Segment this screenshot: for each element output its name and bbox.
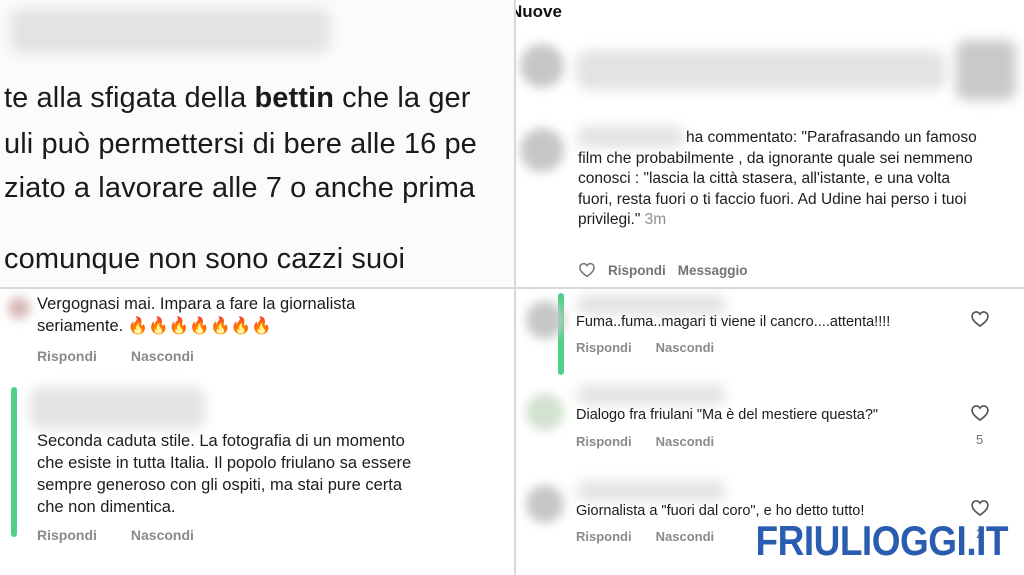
comment-actions: Rispondi Nascondi xyxy=(37,348,194,364)
reply-button[interactable]: Rispondi xyxy=(576,529,632,544)
tweet-line-3: ziato a lavorare alle 7 o anche prima xyxy=(4,172,476,204)
hide-button[interactable]: Nascondi xyxy=(131,527,194,543)
comment-actions: Rispondi Messaggio xyxy=(578,261,748,279)
reply-button[interactable]: Rispondi xyxy=(576,434,632,449)
tweet-screenshot-panel: te alla sfigata della bettin che la ger … xyxy=(0,0,514,287)
comment-text: Giornalista a "fuori dal coro", e ho det… xyxy=(576,503,865,519)
blurred-avatar xyxy=(8,297,30,319)
hide-button[interactable]: Nascondi xyxy=(656,434,715,449)
reply-button[interactable]: Rispondi xyxy=(576,340,632,355)
heart-icon[interactable] xyxy=(970,498,990,518)
friulioggi-logo: FRIULIOGGI.IT xyxy=(755,517,1009,564)
heart-icon[interactable] xyxy=(970,309,990,329)
blurred-username xyxy=(576,385,726,405)
heart-icon[interactable] xyxy=(578,261,596,279)
comment-actions: Rispondi Nascondi xyxy=(576,434,714,449)
blurred-avatar xyxy=(520,44,564,88)
comment-actions: Rispondi Nascondi xyxy=(576,529,714,544)
tweet-line-2: uli può permettersi di bere alle 16 pe xyxy=(4,128,477,160)
message-button[interactable]: Messaggio xyxy=(678,263,748,278)
reply-button[interactable]: Rispondi xyxy=(608,263,666,278)
tweet-line-4: comunque non sono cazzi suoi xyxy=(4,243,405,275)
panel-divider xyxy=(0,287,1024,289)
comment-actions: Rispondi Nascondi xyxy=(37,527,194,543)
blurred-avatar xyxy=(526,393,564,431)
blurred-username xyxy=(10,8,330,54)
highlight-bar xyxy=(11,387,17,537)
facebook-comments-panel: Vergognasi mai. Impara a fare la giornal… xyxy=(0,289,514,575)
hide-button[interactable]: Nascondi xyxy=(656,340,715,355)
tweet-line-1: te alla sfigata della bettin che la ger xyxy=(4,82,471,114)
blurred-thumbnail xyxy=(956,40,1016,100)
comment-actions: Rispondi Nascondi xyxy=(576,340,714,355)
heart-icon[interactable] xyxy=(970,403,990,423)
blurred-avatar xyxy=(520,128,564,172)
blurred-notification xyxy=(576,50,946,90)
blurred-username xyxy=(576,295,726,315)
reply-button[interactable]: Rispondi xyxy=(37,348,97,364)
like-count: 5 xyxy=(976,432,984,447)
highlight-bar xyxy=(558,293,564,375)
hide-button[interactable]: Nascondi xyxy=(656,529,715,544)
instagram-comment-panel: Nuove ha commentato: "Parafrasando un fa… xyxy=(516,0,1024,287)
blurred-avatar xyxy=(526,301,564,339)
blurred-username xyxy=(30,387,205,429)
hide-button[interactable]: Nascondi xyxy=(131,348,194,364)
comment-text: Dialogo fra friulani "Ma è del mestiere … xyxy=(576,407,879,423)
blurred-username xyxy=(576,481,726,501)
comment-text: Seconda caduta stile. La fotografia di u… xyxy=(37,432,412,516)
comment-text: Vergognasi mai. Impara a fare la giornal… xyxy=(37,295,356,335)
section-header: Nuove xyxy=(516,2,562,21)
comment-text: ha commentato: "Parafrasando un famoso f… xyxy=(578,129,977,228)
reply-button[interactable]: Rispondi xyxy=(37,527,97,543)
blurred-avatar xyxy=(526,485,564,523)
comment-text: Fuma..fuma..magari ti viene il cancro...… xyxy=(576,314,891,330)
